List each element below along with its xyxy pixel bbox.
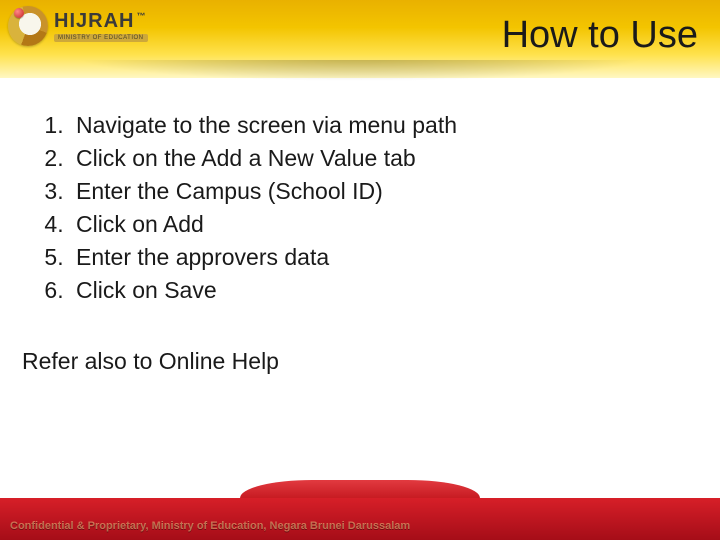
list-item: Click on Add <box>70 209 698 240</box>
header-shadow <box>0 60 720 96</box>
footer-bar <box>0 498 720 540</box>
brand-tagline: MINISTRY OF EDUCATION <box>54 34 148 42</box>
slide-footer: Confidential & Proprietary, Ministry of … <box>0 482 720 540</box>
brand-name-text: HIJRAH <box>54 10 134 32</box>
footer-tab-decoration <box>240 480 480 498</box>
page-title: How to Use <box>502 14 698 57</box>
slide-content: Navigate to the screen via menu path Cli… <box>22 110 698 377</box>
refer-note: Refer also to Online Help <box>22 346 698 377</box>
brand-text: HIJRAH™ MINISTRY OF EDUCATION <box>54 11 148 42</box>
list-item: Navigate to the screen via menu path <box>70 110 698 141</box>
footer-confidential-text: Confidential & Proprietary, Ministry of … <box>10 520 410 532</box>
brand-emblem-icon <box>8 6 48 46</box>
steps-list: Navigate to the screen via menu path Cli… <box>22 110 698 306</box>
list-item: Click on Save <box>70 275 698 306</box>
brand-logo: HIJRAH™ MINISTRY OF EDUCATION <box>8 6 148 46</box>
slide-header: HIJRAH™ MINISTRY OF EDUCATION How to Use <box>0 0 720 78</box>
list-item: Enter the Campus (School ID) <box>70 176 698 207</box>
list-item: Click on the Add a New Value tab <box>70 143 698 174</box>
brand-trademark: ™ <box>136 11 146 21</box>
list-item: Enter the approvers data <box>70 242 698 273</box>
brand-name: HIJRAH™ <box>54 11 148 31</box>
